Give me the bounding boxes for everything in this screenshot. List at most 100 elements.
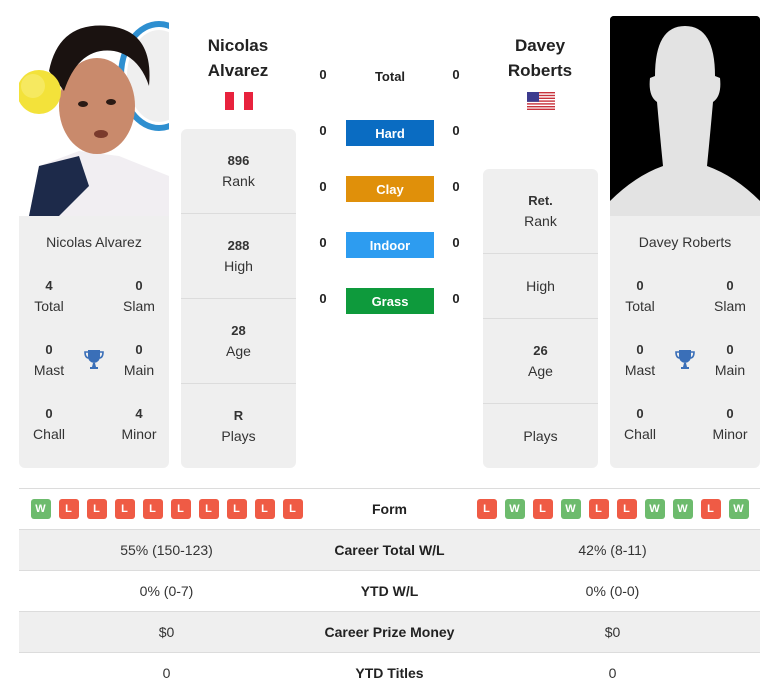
- player2-plays: Plays: [483, 404, 598, 468]
- player2-form: LWLWLLWWLW: [465, 499, 760, 519]
- player2-total-titles: 0 Total: [610, 276, 670, 316]
- stat-value: 0: [45, 342, 53, 357]
- stat-label: Mast: [33, 362, 65, 378]
- player1-first-name: Nicolas: [207, 36, 269, 55]
- form-loss-badge[interactable]: L: [142, 499, 163, 519]
- stat-value: 4: [45, 278, 53, 293]
- row-label: Career Prize Money: [324, 624, 455, 640]
- form-win-badge[interactable]: W: [672, 499, 693, 519]
- h2h-indoor-p2: 0: [452, 235, 460, 250]
- form-loss-badge[interactable]: L: [254, 499, 275, 519]
- player1-info-column: 896 Rank 288 High 28 Age R Plays: [181, 129, 296, 468]
- player2-value: 0% (0-0): [585, 583, 640, 599]
- player1-name[interactable]: Nicolas Alvarez: [178, 33, 298, 83]
- h2h-grass-p2: 0: [452, 291, 460, 306]
- form-loss-badge[interactable]: L: [114, 499, 135, 519]
- table-row: 55% (150-123) Career Total W/L 42% (8-11…: [19, 529, 760, 570]
- form-win-badge[interactable]: W: [728, 499, 749, 519]
- player1-total-titles: 4 Total: [19, 276, 79, 316]
- form-loss-badge[interactable]: L: [588, 499, 609, 519]
- h2h-total-p2: 0: [452, 67, 460, 82]
- form-loss-badge[interactable]: L: [700, 499, 721, 519]
- player1-titles-card: Nicolas Alvarez 4 Total 0 Slam 0 Mast 0 …: [19, 216, 169, 468]
- player1-photo: [19, 16, 169, 216]
- player2-titles-card: Davey Roberts 0 Total 0 Slam 0 Mast 0 Ma…: [610, 216, 760, 468]
- stat-value: 0: [135, 278, 143, 293]
- player1-masters-titles: 0 Mast: [19, 340, 79, 380]
- surface-hard-badge[interactable]: Hard: [346, 120, 434, 146]
- player1-form: WLLLLLLLLL: [19, 499, 314, 519]
- table-row: $0 Career Prize Money $0: [19, 611, 760, 652]
- stat-value: 4: [135, 406, 143, 421]
- stat-label: Total: [625, 298, 655, 314]
- h2h-clay-p2: 0: [452, 179, 460, 194]
- player2-slam-titles: 0 Slam: [700, 276, 760, 316]
- form-label: Form: [372, 501, 407, 517]
- stat-value: 0: [636, 406, 644, 421]
- player2-info-column: Ret. Rank High 26 Age Plays: [483, 169, 598, 468]
- player1-value: 0% (0-7): [139, 583, 194, 599]
- stat-label: Main: [714, 362, 746, 378]
- stat-value: 0: [726, 278, 734, 293]
- player1-rank: 896 Rank: [181, 129, 296, 214]
- h2h-hard-p2: 0: [452, 123, 460, 138]
- form-win-badge[interactable]: W: [560, 499, 581, 519]
- form-loss-badge[interactable]: L: [282, 499, 303, 519]
- player2-age: 26 Age: [483, 319, 598, 404]
- form-loss-badge[interactable]: L: [170, 499, 191, 519]
- player2-main-titles: 0 Main: [700, 340, 760, 380]
- info-label: Rank: [222, 173, 255, 189]
- info-value: 28: [231, 323, 246, 338]
- form-loss-badge[interactable]: L: [58, 499, 79, 519]
- info-label: Plays: [221, 428, 256, 444]
- form-loss-badge[interactable]: L: [532, 499, 553, 519]
- stat-value: 0: [636, 278, 644, 293]
- player2-rank: Ret. Rank: [483, 169, 598, 254]
- form-win-badge[interactable]: W: [504, 499, 525, 519]
- player1-high: 288 High: [181, 214, 296, 299]
- h2h-grass-p1: 0: [319, 291, 327, 306]
- player2-last-name: Roberts: [507, 61, 573, 80]
- trophy-icon: [673, 347, 697, 371]
- player2-photo-placeholder: [610, 16, 760, 216]
- row-label: Career Total W/L: [334, 542, 445, 558]
- player1-last-name: Alvarez: [207, 61, 269, 80]
- info-label: Plays: [523, 428, 558, 444]
- form-win-badge[interactable]: W: [644, 499, 665, 519]
- surface-indoor-badge[interactable]: Indoor: [346, 232, 434, 258]
- surface-clay-badge[interactable]: Clay: [346, 176, 434, 202]
- stat-value: 0: [726, 406, 734, 421]
- player1-main-titles: 0 Main: [109, 340, 169, 380]
- stat-label: Total: [34, 298, 64, 314]
- info-label: Age: [226, 343, 251, 359]
- player2-name[interactable]: Davey Roberts: [480, 33, 600, 83]
- form-loss-badge[interactable]: L: [476, 499, 497, 519]
- player2-value: $0: [604, 624, 621, 640]
- player2-minor-titles: 0 Minor: [700, 404, 760, 444]
- player1-value: 0: [162, 665, 171, 681]
- trophy-icon: [82, 347, 106, 371]
- stat-value: 0: [45, 406, 53, 421]
- form-loss-badge[interactable]: L: [198, 499, 219, 519]
- player1-plays: R Plays: [181, 384, 296, 468]
- form-loss-badge[interactable]: L: [86, 499, 107, 519]
- player2-first-name: Davey: [514, 36, 566, 55]
- form-row: WLLLLLLLLL Form LWLWLLWWLW: [19, 488, 760, 529]
- player1-card-name: Nicolas Alvarez: [46, 234, 142, 250]
- stat-label: Minor: [712, 426, 748, 442]
- player1-value: $0: [158, 624, 175, 640]
- stat-label: Slam: [123, 298, 155, 314]
- peru-flag-icon: [225, 92, 253, 110]
- stat-label: Chall: [624, 426, 656, 442]
- row-label: YTD W/L: [360, 583, 419, 599]
- h2h-total-p1: 0: [319, 67, 327, 82]
- surface-grass-badge[interactable]: Grass: [346, 288, 434, 314]
- stat-label: Mast: [624, 362, 656, 378]
- info-label: High: [224, 258, 253, 274]
- form-loss-badge[interactable]: L: [616, 499, 637, 519]
- player1-value: 55% (150-123): [120, 542, 213, 558]
- h2h-clay-p1: 0: [319, 179, 327, 194]
- form-win-badge[interactable]: W: [30, 499, 51, 519]
- form-loss-badge[interactable]: L: [226, 499, 247, 519]
- player2-high: High: [483, 254, 598, 319]
